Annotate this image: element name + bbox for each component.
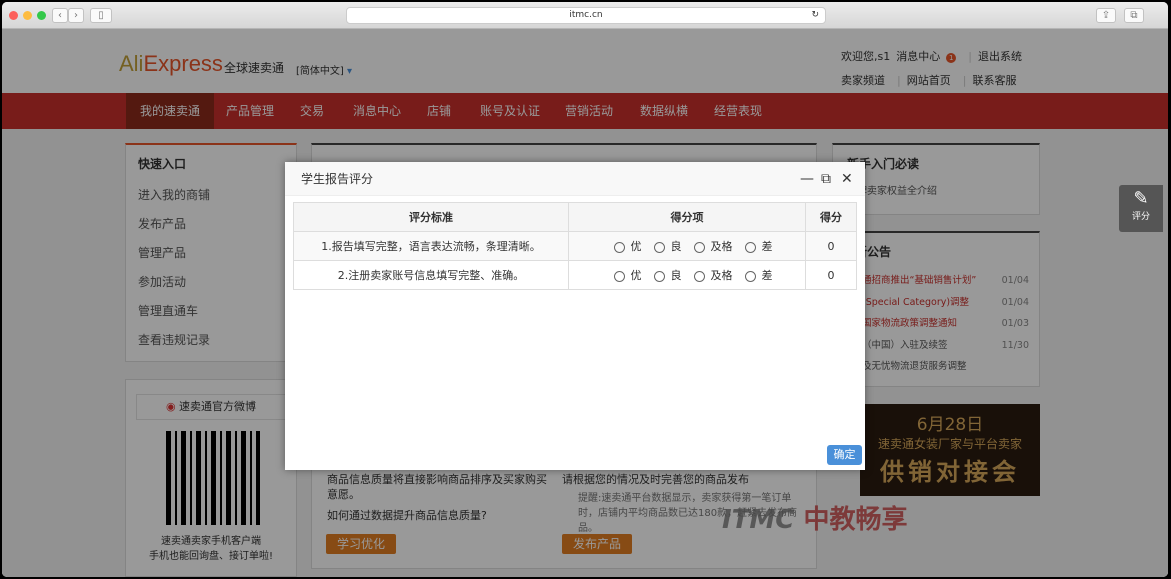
score-cell: 0 [806, 261, 857, 290]
confirm-button[interactable]: 确定 [827, 445, 862, 465]
header-options: 得分项 [569, 203, 806, 232]
option-label: 及格 [711, 240, 733, 253]
score-cell: 0 [806, 232, 857, 261]
minimize-window-button[interactable] [23, 11, 32, 20]
grading-icon: ✎ [1119, 188, 1163, 209]
option-label: 优 [631, 240, 642, 253]
radio-option[interactable] [745, 271, 756, 282]
close-icon[interactable]: ✕ [841, 171, 853, 187]
radio-option[interactable] [614, 242, 625, 253]
page: AliExpress 全球速卖通 [简体中文] ▾ 欢迎您,s1消息中心1|退出… [2, 29, 1168, 577]
maximize-icon[interactable]: ⧉ [821, 171, 831, 187]
grading-dialog: 学生报告评分 — ⧉ ✕ 评分标准 得分项 得分 1.报告填写完整，语言表达流畅… [285, 162, 865, 470]
radio-option[interactable] [694, 271, 705, 282]
browser-window: ‹ › ▯ itmc.cn ↻ ⇪ ⧉ AliExpress 全球速卖通 [简体中… [2, 2, 1168, 577]
url-text: itmc.cn [569, 10, 602, 20]
criterion-cell: 1.报告填写完整，语言表达流畅，条理清晰。 [294, 232, 569, 261]
back-icon[interactable]: ‹ [52, 8, 68, 23]
radio-option[interactable] [654, 271, 665, 282]
share-icon[interactable]: ⇪ [1096, 8, 1116, 23]
option-label: 优 [631, 269, 642, 282]
options-cell: 优 良 及格 差 [569, 261, 806, 290]
tabs-icon[interactable]: ⧉ [1124, 8, 1144, 23]
sidebar-icon[interactable]: ▯ [90, 8, 112, 23]
minimize-icon[interactable]: — [800, 171, 814, 187]
options-cell: 优 良 及格 差 [569, 232, 806, 261]
dialog-title: 学生报告评分 [285, 162, 865, 196]
header-score: 得分 [806, 203, 857, 232]
reload-icon[interactable]: ↻ [811, 8, 819, 23]
radio-option[interactable] [694, 242, 705, 253]
score-float-label: 评分 [1119, 209, 1163, 222]
table-row: 1.报告填写完整，语言表达流畅，条理清晰。 优 良 及格 差 0 [294, 232, 857, 261]
radio-option[interactable] [745, 242, 756, 253]
browser-toolbar: ‹ › ▯ itmc.cn ↻ ⇪ ⧉ [2, 2, 1168, 29]
forward-icon[interactable]: › [68, 8, 84, 23]
close-window-button[interactable] [9, 11, 18, 20]
address-bar[interactable]: itmc.cn ↻ [346, 7, 826, 24]
score-float-button[interactable]: ✎ 评分 [1119, 185, 1163, 232]
table-row: 2.注册卖家账号信息填写完整、准确。 优 良 及格 差 0 [294, 261, 857, 290]
radio-option[interactable] [614, 271, 625, 282]
grading-table: 评分标准 得分项 得分 1.报告填写完整，语言表达流畅，条理清晰。优良及格差02… [293, 202, 857, 290]
header-criteria: 评分标准 [294, 203, 569, 232]
zoom-window-button[interactable] [37, 11, 46, 20]
option-label: 及格 [711, 269, 733, 282]
option-label: 良 [671, 269, 682, 282]
option-label: 差 [762, 240, 773, 253]
option-label: 差 [762, 269, 773, 282]
option-label: 良 [671, 240, 682, 253]
radio-option[interactable] [654, 242, 665, 253]
criterion-cell: 2.注册卖家账号信息填写完整、准确。 [294, 261, 569, 290]
